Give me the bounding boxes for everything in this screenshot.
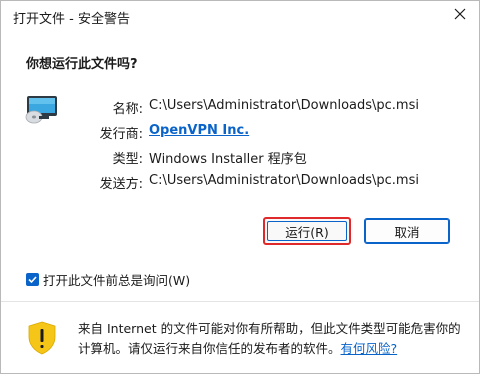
run-button[interactable]: 运行(R) [263, 217, 351, 245]
window-title: 打开文件 - 安全警告 [13, 12, 130, 27]
name-value: C:\Users\Administrator\Downloads\pc.msi [149, 98, 419, 113]
dialog-content: 你想运行此文件吗? 名称: C:\Users\Administrator\Dow… [9, 33, 471, 301]
publisher-link[interactable]: OpenVPN Inc. [149, 123, 249, 138]
always-ask-checkbox[interactable] [26, 272, 39, 286]
from-label: 发送方: [99, 177, 143, 192]
name-label: 名称: [112, 102, 143, 117]
publisher-label: 发行商: [99, 127, 143, 142]
cancel-button-label: 取消 [394, 224, 420, 240]
title-bar: 打开文件 - 安全警告 [1, 1, 479, 33]
checkmark-icon [28, 275, 37, 283]
always-ask-checkbox-row[interactable]: 打开此文件前总是询问(W) [26, 271, 191, 288]
warning-message: 来自 Internet 的文件可能对你有所帮助，但此文件类型可能危害你的计算机。… [78, 319, 463, 359]
close-icon[interactable] [453, 7, 467, 21]
shield-warning-icon [28, 321, 56, 355]
cancel-button[interactable]: 取消 [364, 218, 450, 244]
question-heading: 你想运行此文件吗? [26, 57, 138, 72]
warning-text: 来自 Internet 的文件可能对你有所帮助，但此文件类型可能危害你的计算机。… [78, 321, 461, 356]
from-value: C:\Users\Administrator\Downloads\pc.msi [149, 173, 419, 188]
risk-link[interactable]: 有何风险? [341, 341, 398, 356]
security-warning-dialog: 打开文件 - 安全警告 你想运行此文件吗? 名称: C:\Users\Admin… [0, 0, 480, 374]
type-label: 类型: [112, 152, 143, 167]
always-ask-label: 打开此文件前总是询问(W) [43, 272, 191, 288]
type-value: Windows Installer 程序包 [149, 152, 307, 167]
run-button-focus-ring [267, 221, 347, 241]
warning-footer: 来自 Internet 的文件可能对你有所帮助，但此文件类型可能危害你的计算机。… [9, 302, 471, 366]
msi-installer-icon [25, 96, 57, 124]
